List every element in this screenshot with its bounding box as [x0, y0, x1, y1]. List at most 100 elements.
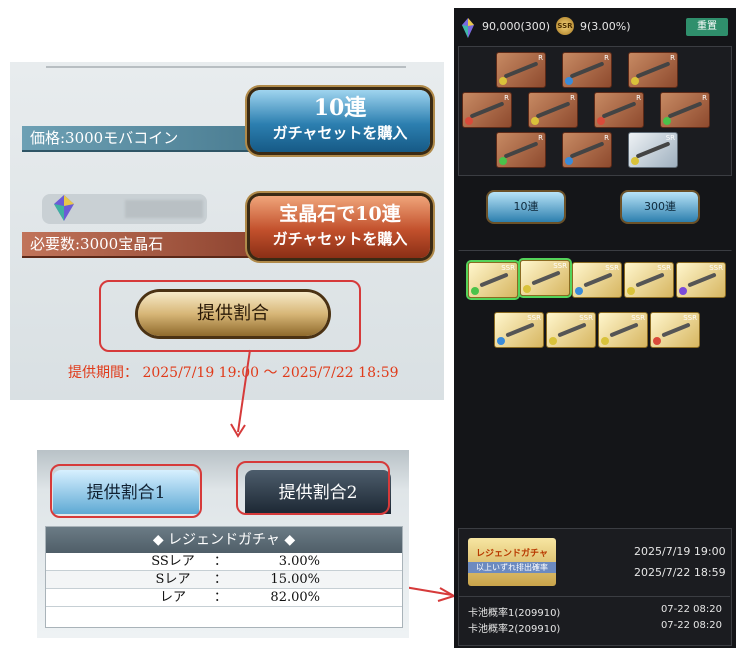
rarity-colon: ： [214, 554, 228, 569]
rarity-badge: SSR [579, 314, 593, 322]
weapon-icon [557, 322, 587, 338]
element-orb-icon [601, 337, 609, 345]
end-date: 2025/7/22 18:59 [634, 566, 726, 579]
element-orb-icon [679, 287, 687, 295]
table-title: ◆ レジェンドガチャ ◆ [46, 527, 402, 553]
weapon-item[interactable]: R [562, 132, 612, 168]
weapon-item[interactable]: SSR [676, 262, 726, 298]
weapon-item[interactable]: SSR [572, 262, 622, 298]
weapon-icon [635, 61, 671, 79]
weapon-icon [667, 101, 703, 119]
element-orb-icon [653, 337, 661, 345]
element-orb-icon [565, 77, 573, 85]
required-gems-label: 必要数:3000宝晶石 [22, 232, 258, 258]
rarity-rate: 82.00% [270, 590, 320, 605]
table-row: SSレア ： 3.00% [46, 553, 402, 571]
banner-subtitle: 以上いずれ排出確率 [468, 562, 556, 573]
history-name: 卡池概率2(209910) [468, 624, 561, 635]
element-orb-icon [663, 117, 671, 125]
weapon-item[interactable]: R [462, 92, 512, 128]
weapon-item[interactable]: SSR [494, 312, 544, 348]
divider [46, 66, 406, 68]
weapon-item[interactable]: R [496, 52, 546, 88]
weapon-item[interactable]: SSR [520, 260, 570, 296]
blurred-balance [125, 200, 203, 218]
weapon-icon [569, 61, 605, 79]
draw-10-button[interactable]: 10連 [488, 192, 564, 222]
rarity-badge: R [504, 94, 509, 102]
rarity-badge: SSR [501, 264, 515, 272]
rarity-badge: R [702, 94, 707, 102]
element-orb-icon [631, 157, 639, 165]
tab2-highlight [236, 461, 390, 515]
buy10-line1: 10連 [313, 95, 367, 121]
weapon-item[interactable]: R [528, 92, 578, 128]
history-row: 卡池概率1(209910) 07-22 08:20 [468, 604, 722, 619]
weapon-icon [687, 272, 717, 288]
ssr-count: 9(3.00%) [580, 20, 631, 33]
history-row: 卡池概率2(209910) 07-22 08:20 [468, 620, 722, 635]
gem-btn-line1: 宝晶石で10連 [279, 203, 401, 225]
weapon-item[interactable]: SR [628, 132, 678, 168]
element-orb-icon [523, 285, 531, 293]
gem-count: 90,000(300) [482, 20, 551, 33]
element-orb-icon [499, 77, 507, 85]
reset-button[interactable]: 重置 [686, 18, 728, 36]
buy-10-gacha-button[interactable]: 10連 ガチャセットを購入 [250, 90, 430, 152]
rarity-badge: R [538, 54, 543, 62]
weapon-item[interactable]: R [594, 92, 644, 128]
weapon-item[interactable]: R [628, 52, 678, 88]
rarity-rate: 15.00% [270, 572, 320, 587]
element-orb-icon [531, 117, 539, 125]
weapon-icon [635, 272, 665, 288]
rarity-badge: R [538, 134, 543, 142]
price-label: 価格:3000モバコイン [22, 126, 258, 152]
weapon-item[interactable]: SSR [598, 312, 648, 348]
element-orb-icon [549, 337, 557, 345]
rarity-colon: ： [214, 590, 228, 605]
rate-button-highlight [99, 280, 361, 352]
weapon-item[interactable]: SSR [546, 312, 596, 348]
gem-btn-line2: ガチャセットを購入 [272, 230, 408, 248]
weapon-icon [535, 101, 571, 119]
element-orb-icon [499, 157, 507, 165]
weapon-icon [635, 141, 671, 159]
weapon-icon [601, 101, 637, 119]
gacha-simulator-panel: 90,000(300) SSR 9(3.00%) 重置 10連 300連 レジェ… [454, 8, 736, 648]
period-text: 提供期間： 2025/7/19 19:00 ～ 2025/7/22 18:59 [68, 365, 399, 381]
element-orb-icon [565, 157, 573, 165]
weapon-icon [569, 141, 605, 159]
banner-title: レジェンドガチャ [476, 549, 548, 559]
rarity-badge: R [636, 94, 641, 102]
rarity-badge: SSR [527, 314, 541, 322]
weapon-item[interactable]: R [562, 52, 612, 88]
weapon-item[interactable]: SSR [468, 262, 518, 298]
weapon-item[interactable]: SSR [624, 262, 674, 298]
rarity-badge: R [570, 94, 575, 102]
buy-with-gems-button[interactable]: 宝晶石で10連 ガチャセットを購入 [250, 196, 430, 258]
element-orb-icon [597, 117, 605, 125]
element-orb-icon [575, 287, 583, 295]
weapon-icon [503, 141, 539, 159]
rarity-badge: SSR [709, 264, 723, 272]
divider [458, 596, 730, 597]
weapon-icon [661, 322, 691, 338]
buy10-line2: ガチャセットを購入 [272, 124, 408, 142]
draw-300-button[interactable]: 300連 [622, 192, 698, 222]
rarity-name: Sレア [155, 572, 191, 587]
gacha-banner[interactable]: レジェンドガチャ 以上いずれ排出確率 [468, 538, 556, 586]
table-row: レア ： 82.00% [46, 589, 402, 607]
weapon-icon [503, 61, 539, 79]
element-orb-icon [631, 77, 639, 85]
weapon-icon [609, 322, 639, 338]
rarity-name: SSレア [151, 554, 195, 569]
ssr-badge-icon: SSR [556, 17, 574, 35]
rarity-badge: SSR [605, 264, 619, 272]
crystal-icon [462, 18, 474, 38]
weapon-item[interactable]: SSR [650, 312, 700, 348]
tab1-highlight [50, 464, 202, 518]
rarity-name: レア [159, 590, 186, 605]
weapon-item[interactable]: R [496, 132, 546, 168]
weapon-icon [469, 101, 505, 119]
weapon-item[interactable]: R [660, 92, 710, 128]
